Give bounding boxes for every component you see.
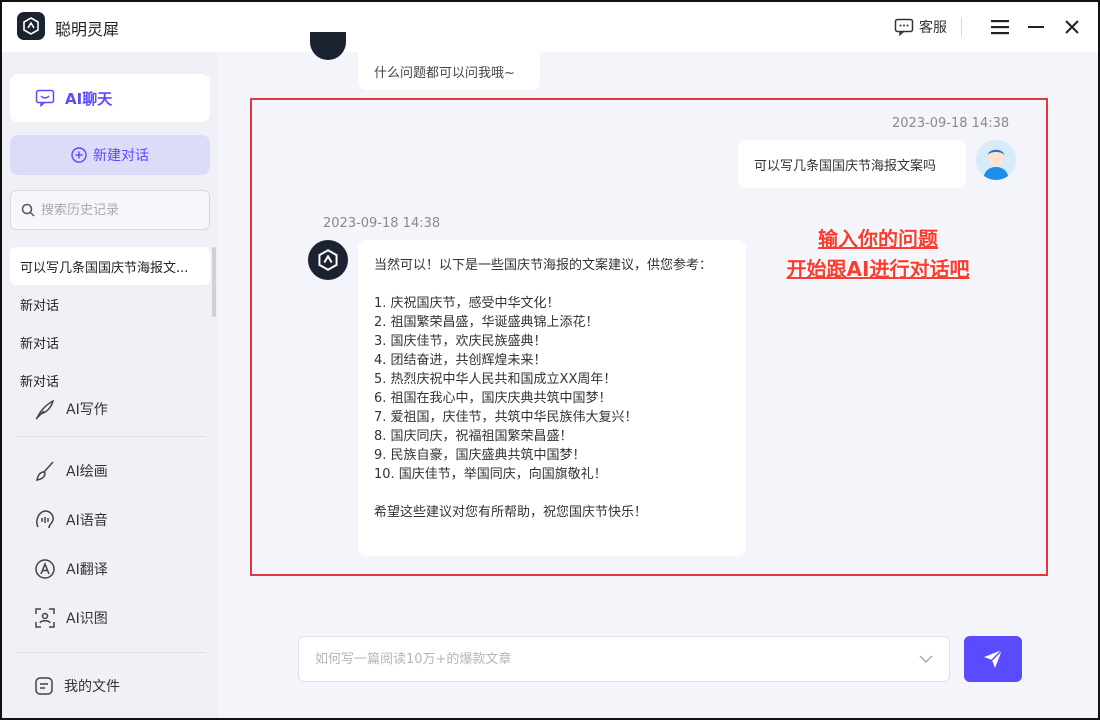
ai-list-item: 7. 爱祖国，庆佳节，共筑中华民族伟大复兴！ [374,410,638,425]
sidebar-item-label: AI聊天 [65,89,113,108]
translate-icon [35,559,55,579]
scan-image-icon [35,608,55,628]
ai-list-item: 6. 祖国在我心中，国庆庆典共筑中国梦！ [374,391,612,406]
tool-divider [16,652,206,653]
chat-area: 什么问题都可以问我哦~ 2023-09-18 14:38 可以写几条国国庆节海报… [218,32,1098,718]
tool-label: AI语音 [66,513,108,529]
new-chat-button[interactable]: 新建对话 [10,135,210,175]
sidebar-item-ai-voice[interactable]: AI语音 [34,509,108,531]
history-search[interactable] [10,190,210,230]
ai-message-timestamp: 2023-09-18 14:38 [323,216,441,231]
send-button[interactable] [964,636,1022,682]
new-chat-label: 新建对话 [93,148,149,164]
support-button[interactable]: 客服 [894,17,947,37]
ai-list-item: 5. 热烈庆祝中华人民共和国成立XX周年！ [374,372,617,387]
sidebar-item-ai-translate[interactable]: AI翻译 [34,558,108,580]
ai-message-bubble: 什么问题都可以问我哦~ [358,46,540,90]
ai-list-item: 4. 团结奋进，共创辉煌未来！ [374,353,547,368]
history-item[interactable]: 新对话 [10,361,210,399]
chat-icon [35,89,55,107]
close-icon [1065,20,1079,34]
annotation-callout: 输入你的问题 开始跟AI进行对话吧 [758,224,998,284]
chat-bubble-icon [894,18,914,36]
ai-list-item: 10. 国庆佳节，举国同庆，向国旗敬礼！ [374,467,607,482]
tool-label: 我的文件 [64,679,120,695]
history-item[interactable]: 新对话 [10,285,210,323]
ai-message-text: 什么问题都可以问我哦~ [374,66,515,81]
ai-list-item: 3. 国庆佳节，欢庆民族盛典！ [374,334,547,349]
ai-list-item: 9. 民族自豪，国庆盛典共筑中国梦！ [374,448,586,463]
ai-message-bubble: 当然可以！以下是一些国庆节海报的文案建议，供您参考： 1. 庆祝国庆节，感受中华… [358,240,746,556]
history-list: 可以写几条国国庆节海报文... 新对话 新对话 新对话 [10,247,210,399]
user-message-bubble: 可以写几条国国庆节海报文案吗 [738,140,966,188]
ai-avatar [310,32,346,60]
title-bar: 聪明灵犀 客服 [2,2,1098,52]
sidebar-item-ai-chat[interactable]: AI聊天 [10,74,210,122]
ai-message-outro: 希望这些建议对您有所帮助，祝您国庆节快乐！ [374,505,648,520]
tool-label: AI识图 [66,611,108,627]
history-scrollbar[interactable] [212,247,216,317]
menu-icon [991,20,1009,35]
annotation-line: 输入你的问题 [818,227,938,251]
ai-avatar [308,240,348,280]
support-label: 客服 [919,20,947,36]
close-button[interactable] [1060,15,1084,39]
plus-circle-icon [71,147,87,163]
search-icon [21,203,35,217]
user-message-timestamp: 2023-09-18 14:38 [892,116,1010,131]
sidebar: AI聊天 新建对话 可以写几条国国庆节海报文... 新对话 新对话 新对话 [2,52,218,718]
message-input[interactable] [315,651,919,667]
ai-list-item: 2. 祖国繁荣昌盛，华诞盛典锦上添花！ [374,315,599,330]
ai-logo-icon [318,249,338,271]
message-composer[interactable] [298,636,950,682]
app-window: 聪明灵犀 客服 AI聊天 新建对话 搜索历史记录 可以写几条国国庆节海报文...… [0,0,1100,720]
sidebar-item-my-files[interactable]: 我的文件 [34,676,120,696]
history-item[interactable]: 新对话 [10,323,210,361]
sidebar-item-ai-drawing[interactable]: AI绘画 [34,460,108,482]
titlebar-divider [961,17,962,37]
sidebar-item-ai-writing[interactable]: AI写作 [34,398,108,420]
app-title: 聪明灵犀 [55,20,120,39]
ai-message-intro: 当然可以！以下是一些国庆节海报的文案建议，供您参考： [374,258,713,273]
tool-label: AI翻译 [66,562,108,578]
minimize-button[interactable] [1024,15,1048,39]
user-avatar [976,140,1016,180]
menu-button[interactable] [988,15,1012,39]
history-item[interactable]: 可以写几条国国庆节海报文... [10,247,210,285]
ai-list-item: 8. 国庆同庆，祝福祖国繁荣昌盛！ [374,429,573,444]
user-message-text: 可以写几条国国庆节海报文案吗 [754,158,937,174]
chevron-down-icon[interactable] [919,654,933,664]
ai-list-item: 1. 庆祝国庆节，感受中华文化！ [374,296,560,311]
voice-icon [36,510,54,529]
tool-label: AI写作 [66,402,108,418]
send-icon [984,649,1003,668]
sidebar-item-ai-image-recognition[interactable]: AI识图 [34,607,108,629]
app-logo-icon [17,12,45,40]
history-search-input[interactable] [41,202,201,218]
minimize-icon [1028,26,1044,28]
tool-divider [16,436,206,437]
annotation-line: 开始跟AI进行对话吧 [786,257,970,281]
file-icon [35,677,53,695]
brush-icon [36,461,54,481]
feather-pen-icon [35,399,55,420]
tool-label: AI绘画 [66,464,108,480]
